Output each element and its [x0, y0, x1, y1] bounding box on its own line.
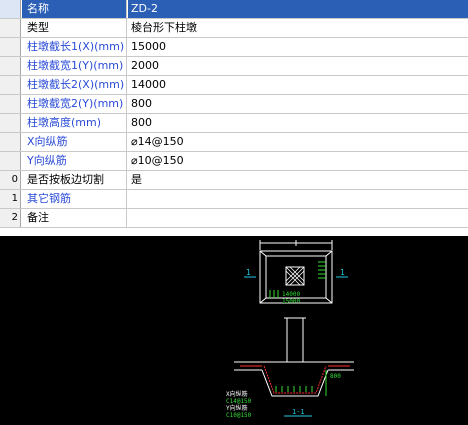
property-name: 柱墩截长2(X)(mm)	[22, 76, 127, 94]
pier-rebar	[263, 365, 327, 394]
plan-corner-line	[325, 297, 333, 304]
property-value[interactable]: ⌀10@150	[128, 152, 468, 170]
property-name: Y向纵筋	[22, 152, 127, 170]
section-title: 1-1	[292, 408, 305, 416]
section-mark-right: 1	[340, 268, 345, 277]
section-mark-left: 1	[246, 268, 251, 277]
section-view: 800 X向纵筋 C14@150 Y向纵筋 C10@150 1-1	[226, 317, 354, 419]
property-name: 柱墩截长1(X)(mm)	[22, 38, 127, 56]
plan-corner-line	[325, 250, 333, 257]
property-row[interactable]: 名称 ZD-2	[0, 0, 468, 19]
property-name: 其它钢筋	[22, 190, 127, 208]
row-index	[0, 57, 21, 75]
property-name: 柱墩截宽2(Y)(mm)	[22, 95, 127, 113]
property-name: 名称	[22, 0, 127, 18]
cad-preview: 1 1 14000 15000 800 X向纵筋 C14@150 Y向纵筋 C1…	[0, 236, 468, 421]
property-row[interactable]: 类型 棱台形下柱墩	[0, 19, 468, 38]
property-value[interactable]: ⌀14@150	[128, 133, 468, 151]
property-name: X向纵筋	[22, 133, 127, 151]
property-row[interactable]: 0 是否按板边切割是	[0, 171, 468, 190]
row-index: 2	[0, 209, 21, 227]
property-row[interactable]: 柱墩截宽1(Y)(mm) 2000	[0, 57, 468, 76]
property-name: 类型	[22, 19, 127, 37]
property-name: 柱墩高度(mm)	[22, 114, 127, 132]
rebar-spec-1: C14@150	[226, 398, 252, 405]
row-index: 0	[0, 171, 21, 189]
property-value[interactable]: 800	[128, 95, 468, 113]
row-index	[0, 133, 21, 151]
property-grid: 名称 ZD-2 类型 棱台形下柱墩 柱墩截长1(X)(mm) 15000 柱墩截宽1(Y)(…	[0, 0, 468, 230]
plan-corner-line	[259, 250, 267, 257]
row-index	[0, 38, 21, 56]
rebar-spec-2: C10@150	[226, 412, 252, 419]
plan-view: 1 1 14000 15000	[244, 240, 348, 305]
column-hatch	[285, 266, 305, 286]
property-value[interactable]	[128, 209, 468, 227]
property-row[interactable]: 柱墩截长2(X)(mm) 14000	[0, 76, 468, 95]
row-index	[0, 0, 21, 18]
dim-text-mid: 14000	[282, 291, 300, 298]
label-x-bars: X向纵筋	[226, 390, 248, 398]
property-value[interactable]: 14000	[128, 76, 468, 94]
label-y-bars: Y向纵筋	[226, 404, 248, 412]
property-value[interactable]	[128, 190, 468, 208]
row-index	[0, 95, 21, 113]
section-column	[286, 317, 304, 363]
property-row[interactable]: 2 备注	[0, 209, 468, 228]
property-value[interactable]: 800	[128, 114, 468, 132]
row-index	[0, 114, 21, 132]
pier-outline	[261, 369, 329, 397]
property-name: 是否按板边切割	[22, 171, 127, 189]
property-row[interactable]: 柱墩截长1(X)(mm) 15000	[0, 38, 468, 57]
rebar-marks	[269, 290, 279, 298]
property-value[interactable]: 棱台形下柱墩	[128, 19, 468, 37]
property-value[interactable]: 是	[128, 171, 468, 189]
property-value[interactable]: ZD-2	[128, 0, 468, 18]
property-name: 柱墩截宽1(Y)(mm)	[22, 57, 127, 75]
dim-side: 800	[330, 373, 341, 380]
rebar-marks	[318, 261, 326, 279]
property-value[interactable]: 2000	[128, 57, 468, 75]
dim-text-bottom: 15000	[282, 298, 300, 305]
property-row[interactable]: 柱墩高度(mm) 800	[0, 114, 468, 133]
row-index	[0, 76, 21, 94]
property-row[interactable]: X向纵筋 ⌀14@150	[0, 133, 468, 152]
grid-bottom-spacer	[0, 228, 468, 236]
property-row[interactable]: Y向纵筋 ⌀10@150	[0, 152, 468, 171]
property-row[interactable]: 1 其它钢筋	[0, 190, 468, 209]
rebar-dots	[275, 386, 313, 392]
plan-corner-line	[259, 297, 267, 304]
property-value[interactable]: 15000	[128, 38, 468, 56]
row-index	[0, 19, 21, 37]
property-row[interactable]: 柱墩截宽2(Y)(mm) 800	[0, 95, 468, 114]
row-index	[0, 152, 21, 170]
property-name: 备注	[22, 209, 127, 227]
cad-drawing: 1 1 14000 15000 800 X向纵筋 C14@150 Y向纵筋 C1…	[226, 240, 354, 419]
row-index: 1	[0, 190, 21, 208]
